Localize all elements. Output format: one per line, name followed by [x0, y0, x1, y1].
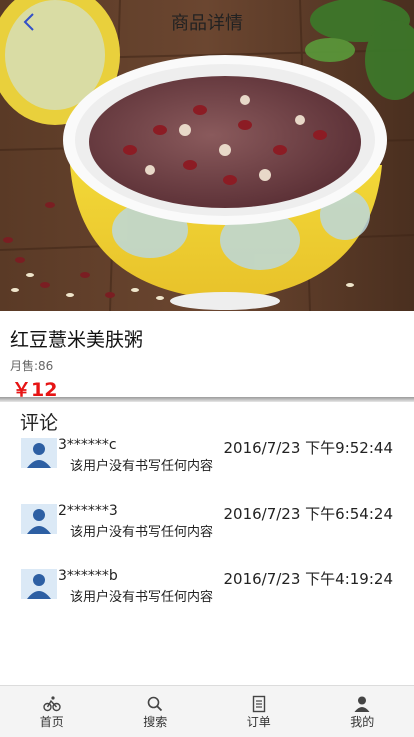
comments-section: 评论 3******c 2016/7/23 下午9:52:44 该用户没有书写任… — [0, 402, 414, 685]
tab-search[interactable]: 搜索 — [104, 686, 208, 737]
page-title: 商品详情 — [171, 9, 243, 35]
comment-text: 该用户没有书写任何内容 — [70, 521, 213, 540]
user-icon — [353, 695, 371, 713]
comments-title: 评论 — [20, 408, 58, 435]
tab-label: 我的 — [350, 713, 374, 730]
tab-orders[interactable]: 订单 — [207, 686, 311, 737]
comment-user: 3******b — [58, 568, 118, 584]
comment-text: 该用户没有书写任何内容 — [70, 586, 213, 605]
monthly-sales: 月售:86 — [10, 357, 53, 374]
avatar — [21, 438, 57, 468]
comment-item: 3******b 2016/7/23 下午4:19:24 该用户没有书写任何内容 — [0, 569, 414, 609]
tab-home[interactable]: 首页 — [0, 686, 104, 737]
comment-item: 3******c 2016/7/23 下午9:52:44 该用户没有书写任何内容 — [0, 438, 414, 478]
navigation-bar: 商品详情 — [0, 0, 414, 44]
search-icon — [146, 695, 164, 713]
tab-label: 首页 — [40, 713, 64, 730]
comment-text: 该用户没有书写任何内容 — [70, 455, 213, 474]
avatar — [21, 504, 57, 534]
avatar — [21, 569, 57, 599]
comment-user: 2******3 — [58, 503, 118, 519]
product-name: 红豆薏米美肤粥 — [10, 325, 143, 352]
comment-time: 2016/7/23 下午9:52:44 — [223, 437, 393, 458]
bike-icon — [43, 695, 61, 713]
back-arrow-icon[interactable] — [18, 10, 44, 36]
tab-profile[interactable]: 我的 — [311, 686, 414, 737]
tab-label: 订单 — [247, 713, 271, 730]
comment-time: 2016/7/23 下午6:54:24 — [223, 503, 393, 524]
product-image — [0, 0, 414, 311]
order-icon — [250, 695, 268, 713]
comment-item: 2******3 2016/7/23 下午6:54:24 该用户没有书写任何内容 — [0, 504, 414, 544]
comment-time: 2016/7/23 下午4:19:24 — [223, 568, 393, 589]
comment-user: 3******c — [58, 437, 117, 453]
tab-label: 搜索 — [143, 713, 167, 730]
tab-bar: 首页 搜索 订单 我的 — [0, 685, 414, 737]
product-info: 红豆薏米美肤粥 月售:86 ￥12 — [0, 311, 414, 397]
